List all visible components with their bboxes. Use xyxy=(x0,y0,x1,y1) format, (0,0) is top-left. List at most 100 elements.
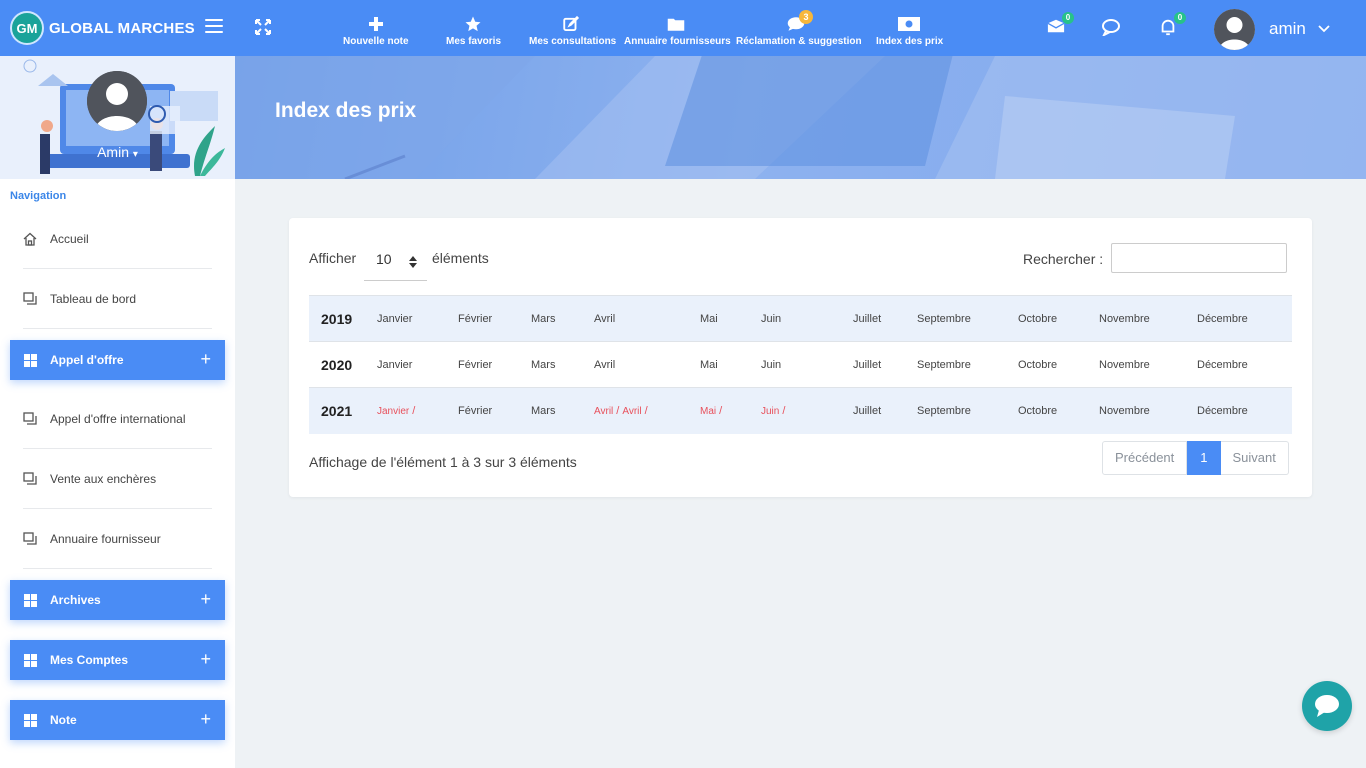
edit-icon xyxy=(563,15,580,31)
month-link[interactable]: Juin xyxy=(761,296,853,342)
month-link[interactable]: Septembre xyxy=(917,296,1018,342)
window-icon xyxy=(23,291,37,305)
month-link[interactable]: Juillet xyxy=(853,342,917,388)
home-icon xyxy=(23,232,37,246)
nav-mes-favoris[interactable]: Mes favoris xyxy=(446,14,502,47)
month-link[interactable]: Décembre xyxy=(1197,296,1292,342)
sidebar-group-archives[interactable]: Archives + xyxy=(10,580,225,620)
month-link[interactable]: Septembre xyxy=(917,342,1018,388)
month-link[interactable]: Juillet xyxy=(853,388,917,434)
separator: / xyxy=(719,404,723,417)
sidebar-item-label: Note xyxy=(50,713,77,727)
chat-bubbles-icon xyxy=(1101,19,1120,38)
plus-icon[interactable]: + xyxy=(200,649,211,670)
user-menu[interactable]: amin xyxy=(1214,8,1330,50)
month-link[interactable]: Mars xyxy=(531,388,594,434)
month-link[interactable]: Février xyxy=(458,388,531,434)
sidebar-item-label: Mes Comptes xyxy=(50,653,129,667)
grid-icon xyxy=(24,353,37,367)
month-link[interactable]: Janvier xyxy=(377,296,458,342)
month-link[interactable]: Mai xyxy=(700,342,761,388)
month-link[interactable]: Septembre xyxy=(917,388,1018,434)
plus-icon[interactable]: + xyxy=(200,349,211,370)
grid-icon xyxy=(24,593,37,607)
month-link[interactable]: Février xyxy=(458,342,531,388)
grid-icon xyxy=(24,713,37,727)
brand-name: GLOBAL MARCHES xyxy=(49,19,195,37)
month-link[interactable]: Avril xyxy=(594,296,700,342)
search-input[interactable] xyxy=(1111,243,1287,273)
month-link[interactable]: Mars xyxy=(531,342,594,388)
sidebar-item-label: Appel d'offre international xyxy=(50,411,186,426)
month-link[interactable]: Juillet xyxy=(853,296,917,342)
month-report-link[interactable]: Avril xyxy=(622,406,641,417)
month-link[interactable]: Octobre xyxy=(1018,388,1099,434)
profile-name[interactable]: Amin ▾ xyxy=(0,144,235,160)
fullscreen-icon[interactable] xyxy=(253,17,273,37)
nav-mes-consultations[interactable]: Mes consultations xyxy=(529,14,616,47)
month-link[interactable]: Juin xyxy=(761,342,853,388)
mail-badge: 0 xyxy=(1062,12,1074,24)
sidebar-group-note[interactable]: Note + xyxy=(10,700,225,740)
month-link[interactable]: Octobre xyxy=(1018,296,1099,342)
sidebar-item-annuaire-fournisseur[interactable]: Annuaire fournisseur xyxy=(23,509,212,569)
nav-index-des-prix[interactable]: Index des prix xyxy=(876,14,944,47)
month-link[interactable]: Mai xyxy=(700,296,761,342)
window-icon xyxy=(23,471,37,485)
nav-nouvelle-note[interactable]: Nouvelle note xyxy=(343,14,409,47)
month-cell: Janvier / xyxy=(377,388,458,434)
messages-button[interactable] xyxy=(1101,18,1123,38)
month-report-link[interactable]: Juin xyxy=(761,406,779,417)
sidebar-item-appel-offre-international[interactable]: Appel d'offre international xyxy=(23,389,212,449)
chat-widget-button[interactable] xyxy=(1302,681,1352,731)
month-report-link[interactable]: Mai xyxy=(700,406,716,417)
notifications-button[interactable]: 0 xyxy=(1159,12,1186,38)
month-report-link[interactable]: Janvier xyxy=(377,406,409,417)
sidebar-group-appel-offre[interactable]: Appel d'offre + xyxy=(10,340,225,380)
table-row: 2019 Janvier Février Mars Avril Mai Juin… xyxy=(309,295,1292,342)
star-icon xyxy=(465,16,481,32)
plus-icon[interactable]: + xyxy=(200,709,211,730)
month-link[interactable]: Octobre xyxy=(1018,342,1099,388)
profile-avatar xyxy=(87,71,147,131)
sidebar-item-label: Vente aux enchères xyxy=(50,471,157,486)
brand[interactable]: GM GLOBAL MARCHES xyxy=(10,10,195,46)
sidebar-item-tableau-de-bord[interactable]: Tableau de bord xyxy=(23,269,212,329)
nav-reclamation[interactable]: 3 Réclamation & suggestion xyxy=(736,10,862,47)
month-report-link[interactable]: Avril xyxy=(594,406,613,417)
sidebar-group-mes-comptes[interactable]: Mes Comptes + xyxy=(10,640,225,680)
pagination-next[interactable]: Suivant xyxy=(1220,441,1289,475)
pagination-page-1[interactable]: 1 xyxy=(1187,441,1221,475)
separator: / xyxy=(782,404,786,417)
month-link[interactable]: Janvier xyxy=(377,342,458,388)
month-cell: Avril / Avril / xyxy=(594,388,700,434)
chat-icon xyxy=(1315,695,1339,717)
notification-count-badge: 0 xyxy=(1174,12,1186,24)
nav-label: Mes favoris xyxy=(446,36,502,47)
month-link[interactable]: Mars xyxy=(531,296,594,342)
page-length-select[interactable]: 10 xyxy=(364,243,427,281)
menu-toggle-icon[interactable] xyxy=(205,19,223,35)
plus-icon xyxy=(368,17,383,31)
pagination-previous[interactable]: Précédent xyxy=(1102,441,1188,475)
month-link[interactable]: Février xyxy=(458,296,531,342)
month-link[interactable]: Décembre xyxy=(1197,388,1292,434)
nav-annuaire-fournisseurs[interactable]: Annuaire fournisseurs xyxy=(624,14,731,47)
separator: / xyxy=(644,404,648,417)
price-index-card: Afficher 10 éléments Rechercher : 2019 J… xyxy=(289,218,1312,497)
month-link[interactable]: Décembre xyxy=(1197,342,1292,388)
month-link[interactable]: Novembre xyxy=(1099,388,1197,434)
page-banner: Index des prix xyxy=(235,56,1366,179)
sidebar-item-accueil[interactable]: Accueil xyxy=(23,209,212,269)
separator: / xyxy=(412,404,416,417)
month-link[interactable]: Avril xyxy=(594,342,700,388)
pagination: Précédent 1 Suivant xyxy=(1102,441,1289,475)
sidebar-item-vente-aux-encheres[interactable]: Vente aux enchères xyxy=(23,449,212,509)
nav-label: Index des prix xyxy=(876,36,944,47)
table-info: Affichage de l'élément 1 à 3 sur 3 éléme… xyxy=(309,454,577,470)
mail-button[interactable]: 0 xyxy=(1047,12,1074,38)
nav-heading: Navigation xyxy=(10,190,67,202)
plus-icon[interactable]: + xyxy=(200,589,211,610)
month-link[interactable]: Novembre xyxy=(1099,296,1197,342)
month-link[interactable]: Novembre xyxy=(1099,342,1197,388)
